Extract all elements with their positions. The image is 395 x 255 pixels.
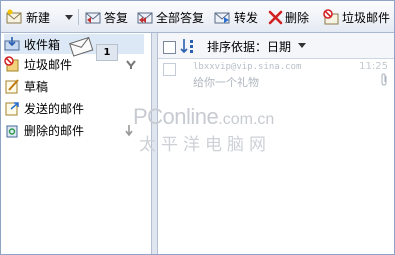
drafts-icon — [5, 79, 19, 94]
delete-x-icon — [268, 10, 283, 24]
message-row[interactable]: lbxxvip@vip.sina.com 11:25 给你一个礼物 — [158, 59, 394, 91]
sidebar-item-inbox[interactable]: 收件箱 — [4, 34, 144, 54]
sort-order-icon[interactable] — [180, 38, 196, 54]
new-dropdown-button[interactable] — [62, 8, 76, 26]
inbox-icon — [4, 37, 20, 51]
sidebar-item-label: 草稿 — [24, 79, 49, 94]
new-button[interactable]: 新建 — [6, 8, 50, 26]
delete-label: 删除 — [285, 10, 310, 25]
forward-icon — [214, 12, 230, 24]
message-time: 11:25 — [359, 61, 388, 72]
reply-all-button[interactable]: 全部答复 — [136, 8, 204, 26]
folder-pane: 收件箱 垃圾邮件 草稿 发送的邮件 删除的邮件 — [1, 33, 151, 254]
sidebar-item-label: 发送的邮件 — [24, 101, 85, 116]
reply-label: 答复 — [104, 10, 129, 25]
sidebar-item-label: 收件箱 — [24, 37, 61, 52]
forward-label: 转发 — [234, 10, 259, 25]
junk-folder-icon — [4, 56, 19, 72]
chevron-down-icon — [65, 14, 73, 20]
message-sender: lbxxvip@vip.sina.com — [193, 62, 302, 72]
chevron-down-icon[interactable] — [298, 43, 306, 48]
toolbar-divider — [78, 9, 79, 25]
reply-icon — [85, 12, 101, 24]
reply-button[interactable]: 答复 — [84, 8, 128, 26]
sort-label[interactable]: 排序依据：日期 — [207, 38, 291, 55]
message-list-pane: 排序依据：日期 lbxxvip@vip.sina.com 11:25 给你一个礼… — [158, 33, 394, 254]
sidebar-item-label: 删除的邮件 — [24, 123, 85, 138]
sidebar-item-sent[interactable]: 发送的邮件 — [4, 98, 84, 118]
delete-button[interactable]: 删除 — [268, 8, 309, 26]
message-subject: 给你一个礼物 — [193, 76, 259, 89]
forward-button[interactable]: 转发 — [214, 8, 258, 26]
new-label: 新建 — [26, 10, 51, 25]
mail-window: 新建 答复 全部答复 转发 删除 垃圾邮件 收件箱 垃圾邮件 草稿 发送的邮件 … — [0, 0, 395, 255]
sort-bar: 排序依据：日期 — [158, 33, 394, 59]
reply-all-label: 全部答复 — [156, 10, 205, 25]
sent-icon — [5, 102, 19, 116]
recycle-icon — [6, 125, 18, 138]
message-checkbox[interactable] — [163, 63, 176, 76]
junk-mail-icon — [323, 9, 339, 25]
attachment-icon — [381, 73, 387, 86]
junk-button[interactable]: 垃圾邮件 — [322, 8, 390, 26]
new-mail-icon — [6, 9, 22, 24]
sidebar-item-label: 垃圾邮件 — [24, 57, 73, 72]
select-all-checkbox[interactable] — [163, 41, 176, 54]
sidebar-item-junk[interactable]: 垃圾邮件 — [4, 54, 72, 74]
junk-label: 垃圾邮件 — [342, 10, 391, 25]
sidebar-item-drafts[interactable]: 草稿 — [4, 76, 48, 96]
toolbar: 新建 答复 全部答复 转发 删除 垃圾邮件 — [1, 1, 394, 33]
sidebar-item-deleted[interactable]: 删除的邮件 — [4, 120, 84, 140]
reply-all-icon — [137, 12, 153, 24]
pane-splitter[interactable] — [151, 33, 158, 254]
